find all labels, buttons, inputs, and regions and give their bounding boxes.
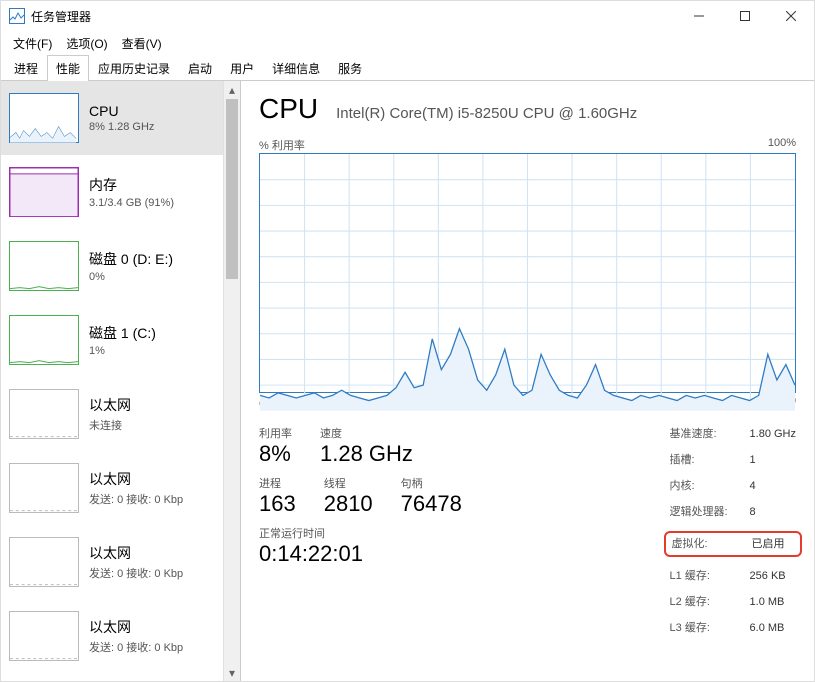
spec-l2-k: L2 缓存: [670, 593, 742, 611]
spec-base-v: 1.80 GHz [750, 425, 796, 443]
sidebar-item-2[interactable]: 磁盘 0 (D: E:) 0% [1, 229, 223, 303]
sidebar-thumb-2 [9, 241, 79, 291]
sidebar-item-sub: 1% [89, 345, 156, 357]
tab-app-history[interactable]: 应用历史记录 [89, 55, 179, 81]
sidebar-item-title: 内存 [89, 175, 174, 195]
thread-label: 线程 [324, 475, 373, 491]
menu-file[interactable]: 文件(F) [7, 33, 58, 54]
minimize-button[interactable] [676, 1, 722, 31]
sidebar-item-title: 磁盘 1 (C:) [89, 323, 156, 343]
spec-l2-v: 1.0 MB [750, 593, 785, 611]
scroll-up-icon[interactable]: ▴ [224, 81, 240, 98]
sidebar-item-0[interactable]: CPU 8% 1.28 GHz [1, 81, 223, 155]
spec-sockets-v: 1 [750, 451, 756, 469]
window-title: 任务管理器 [31, 8, 91, 25]
sidebar-item-6[interactable]: 以太网发送: 0 接收: 0 Kbp [1, 525, 223, 599]
content-area: CPU 8% 1.28 GHz 内存 3.1/3.4 GB (91%) 磁盘 0 (D:… [1, 81, 814, 681]
spec-virt-v: 已启用 [752, 535, 785, 553]
spec-cores-v: 4 [750, 477, 756, 495]
title-bar: 任务管理器 [1, 1, 814, 31]
proc-value: 163 [259, 491, 296, 517]
sidebar-item-title: 以太网 [89, 469, 183, 489]
handle-value: 76478 [401, 491, 462, 517]
app-icon [9, 8, 25, 24]
menu-view[interactable]: 查看(V) [116, 33, 168, 54]
cpu-utilization-chart[interactable] [259, 153, 796, 393]
spec-virt-k: 虚拟化: [672, 535, 744, 553]
tab-performance[interactable]: 性能 [47, 55, 89, 81]
tab-users[interactable]: 用户 [221, 55, 263, 81]
scroll-down-icon[interactable]: ▾ [224, 664, 240, 681]
sidebar-thumb-7 [9, 611, 79, 661]
util-label: 利用率 [259, 425, 292, 441]
spec-l1-k: L1 缓存: [670, 567, 742, 585]
sidebar-item-sub: 发送: 0 接收: 0 Kbp [89, 491, 183, 507]
sidebar-item-sub: 发送: 0 接收: 0 Kbp [89, 639, 183, 655]
sidebar-thumb-4 [9, 389, 79, 439]
tab-startup[interactable]: 启动 [179, 55, 221, 81]
sidebar-item-sub: 发送: 0 接收: 0 Kbp [89, 565, 183, 581]
proc-label: 进程 [259, 475, 296, 491]
spec-lp-v: 8 [750, 503, 756, 521]
perf-sidebar: CPU 8% 1.28 GHz 内存 3.1/3.4 GB (91%) 磁盘 0 (D:… [1, 81, 241, 681]
cpu-model: Intel(R) Core(TM) i5-8250U CPU @ 1.60GHz [336, 105, 637, 122]
handle-label: 句柄 [401, 475, 462, 491]
sidebar-item-title: 以太网 [89, 543, 183, 563]
sidebar-thumb-3 [9, 315, 79, 365]
sidebar-item-4[interactable]: 以太网未连接 [1, 377, 223, 451]
speed-value: 1.28 GHz [320, 441, 413, 467]
chart-y-label: % 利用率 [259, 137, 305, 153]
cpu-specs: 基准速度:1.80 GHz 插槽:1 内核:4 逻辑处理器:8 虚拟化:已启用 … [670, 425, 796, 637]
sidebar-item-7[interactable]: 以太网发送: 0 接收: 0 Kbp [1, 599, 223, 673]
sidebar-item-title: 以太网 [89, 395, 131, 415]
util-value: 8% [259, 441, 292, 467]
sidebar-item-title: CPU [89, 103, 154, 119]
sidebar-item-5[interactable]: 以太网发送: 0 接收: 0 Kbp [1, 451, 223, 525]
tab-bar: 进程 性能 应用历史记录 启动 用户 详细信息 服务 [1, 55, 814, 81]
sidebar-scrollbar[interactable]: ▴ ▾ [223, 81, 240, 681]
maximize-button[interactable] [722, 1, 768, 31]
scroll-thumb[interactable] [226, 99, 238, 279]
tab-processes[interactable]: 进程 [5, 55, 47, 81]
tab-details[interactable]: 详细信息 [263, 55, 329, 81]
menu-options[interactable]: 选项(O) [60, 33, 113, 54]
spec-sockets-k: 插槽: [670, 451, 742, 469]
sidebar-thumb-5 [9, 463, 79, 513]
virtualization-highlight: 虚拟化: 已启用 [664, 531, 802, 557]
sidebar-item-sub: 0% [89, 271, 173, 283]
sidebar-item-sub: 3.1/3.4 GB (91%) [89, 197, 174, 209]
chart-y-max: 100% [768, 137, 796, 153]
spec-l3-v: 6.0 MB [750, 619, 785, 637]
spec-base-k: 基准速度: [670, 425, 742, 443]
spec-l3-k: L3 缓存: [670, 619, 742, 637]
speed-label: 速度 [320, 425, 413, 441]
spec-lp-k: 逻辑处理器: [670, 503, 742, 521]
sidebar-item-3[interactable]: 磁盘 1 (C:) 1% [1, 303, 223, 377]
tab-services[interactable]: 服务 [329, 55, 371, 81]
sidebar-thumb-6 [9, 537, 79, 587]
spec-l1-v: 256 KB [750, 567, 786, 585]
menu-bar: 文件(F) 选项(O) 查看(V) [1, 31, 814, 55]
sidebar-item-sub: 未连接 [89, 417, 131, 433]
sidebar-item-sub: 8% 1.28 GHz [89, 121, 154, 133]
sidebar-thumb-0 [9, 93, 79, 143]
spec-cores-k: 内核: [670, 477, 742, 495]
close-button[interactable] [768, 1, 814, 31]
uptime-label: 正常运行时间 [259, 525, 640, 541]
sidebar-thumb-1 [9, 167, 79, 217]
sidebar-item-1[interactable]: 内存 3.1/3.4 GB (91%) [1, 155, 223, 229]
uptime-value: 0:14:22:01 [259, 541, 640, 567]
detail-title: CPU [259, 93, 318, 125]
perf-detail: CPU Intel(R) Core(TM) i5-8250U CPU @ 1.6… [241, 81, 814, 681]
sidebar-item-title: 以太网 [89, 617, 183, 637]
thread-value: 2810 [324, 491, 373, 517]
sidebar-item-title: 磁盘 0 (D: E:) [89, 249, 173, 269]
